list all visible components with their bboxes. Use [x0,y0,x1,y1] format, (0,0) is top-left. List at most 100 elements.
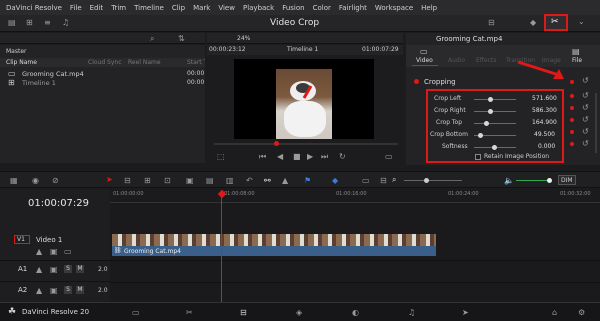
snap-icon[interactable]: ↶ [246,176,253,185]
track-v1-target[interactable]: V1 [14,235,30,244]
effects-icon[interactable]: ⊞ [26,18,33,27]
stop-icon[interactable]: ■ [293,152,301,161]
menu-timeline[interactable]: Timeline [134,4,164,12]
lock-icon[interactable]: ▲ [36,286,42,295]
chevron-down-icon[interactable]: ⌄ [578,17,585,26]
reset-icon[interactable]: ↺ [582,115,589,124]
metadata-icon[interactable]: ◆ [530,18,536,27]
flag-icon[interactable]: ⚑ [304,176,311,185]
timeline-select[interactable]: Timeline 1 [287,46,318,53]
scrubber[interactable] [214,143,398,145]
menu-fusion[interactable]: Fusion [282,4,304,12]
lock-icon[interactable]: ▲ [36,247,42,256]
step-back-icon[interactable]: ◀ [277,152,283,161]
mixer-icon[interactable]: ⊟ [488,18,495,27]
reset-icon[interactable]: ↺ [582,103,589,112]
col-cloud-sync[interactable]: Cloud Sync [88,59,122,66]
zoom-select[interactable]: 24% [237,35,250,42]
media-pool-icon[interactable]: ▤ [8,18,16,27]
zoom-slider[interactable] [404,180,462,181]
link-icon[interactable]: ⊘ [52,176,59,185]
home-icon[interactable]: ⌂ [552,308,557,317]
zoom-custom-icon[interactable]: ⌕ [392,175,396,185]
link-clips-icon[interactable]: ⚯ [264,176,271,185]
volume-knob[interactable] [547,178,552,183]
solo-button[interactable]: S [64,265,72,273]
trim-tool-icon[interactable]: ⊟ [124,176,131,185]
param-crop-bottom[interactable]: Crop Bottom 49.500 [428,129,562,140]
col-start-tc[interactable]: Start TC [187,59,205,66]
playhead-line[interactable] [221,195,222,302]
loop-icon[interactable]: ↻ [339,152,346,161]
tab-audio[interactable]: Audio [448,57,465,64]
menu-playback[interactable]: Playback [243,4,274,12]
scrubber-head[interactable] [274,141,279,146]
reset-icon[interactable]: ↺ [582,76,589,85]
menu-clip[interactable]: Clip [172,4,185,12]
layout-icon[interactable]: ▦ [10,176,18,185]
col-clip-name[interactable]: Clip Name [6,59,37,66]
media-page-icon[interactable]: ▭ [132,308,140,317]
insert-icon[interactable]: ▣ [186,176,194,185]
viewer-mode-icon[interactable]: ⬚ [217,152,225,161]
fusion-page-icon[interactable]: ◈ [296,308,302,317]
sort-icon[interactable]: ⇅ [178,34,185,43]
param-crop-right[interactable]: Crop Right 586.300 [428,105,562,116]
video-clip[interactable] [112,234,436,246]
inspector-scrollbar[interactable] [595,93,597,153]
menu-davinci[interactable]: DaVinci Resolve [6,4,62,12]
keyframe-icon[interactable] [570,130,574,134]
gear-icon[interactable]: ⚙ [578,308,585,317]
skip-forward-icon[interactable]: ⏭ [321,152,328,162]
sound-library-icon[interactable]: ♫ [62,18,69,27]
menu-workspace[interactable]: Workspace [375,4,413,12]
dim-button[interactable]: DIM [558,175,576,185]
lock-icon[interactable]: ▲ [36,265,42,274]
tab-effects[interactable]: Effects [476,57,496,64]
tab-video[interactable]: Video [416,57,433,64]
list-item[interactable]: ⊞ Timeline 1 00:00 [0,78,205,87]
menu-view[interactable]: View [218,4,235,12]
zoom-slider-knob[interactable] [424,178,429,183]
menu-file[interactable]: File [70,4,82,12]
keyframe-icon[interactable] [570,142,574,146]
dynamic-trim-icon[interactable]: ⊞ [144,176,151,185]
video-clip-label[interactable]: ⛓ Grooming Cat.mp4 [112,246,436,256]
section-cropping[interactable]: Cropping [424,78,456,86]
menu-fairlight[interactable]: Fairlight [339,4,367,12]
edit-index-icon[interactable]: ≡ [44,18,51,27]
eye-icon[interactable]: ◉ [32,176,39,185]
inspector-button[interactable]: ✂ [544,14,568,31]
reset-icon[interactable]: ↺ [582,139,589,148]
fullscreen-icon[interactable]: ▭ [385,152,393,161]
cut-page-icon[interactable]: ✂ [186,308,193,317]
search-icon[interactable]: ⌕ [150,34,154,44]
solo-button[interactable]: S [64,286,72,294]
param-crop-left[interactable]: Crop Left 571.600 [428,93,562,104]
mute-button[interactable]: M [76,265,84,273]
menu-help[interactable]: Help [421,4,437,12]
retain-image-position[interactable]: Retain Image Position [428,152,562,162]
lock-icon[interactable]: ▲ [282,176,288,185]
bin-master[interactable]: Master [6,48,27,55]
auto-select-icon[interactable]: ▣ [50,247,58,256]
menu-mark[interactable]: Mark [193,4,210,12]
tab-file[interactable]: File [572,57,582,64]
edit-page-icon[interactable]: ⊟ [240,308,247,317]
selection-tool-icon[interactable]: ➤ [106,175,113,184]
keyframe-icon[interactable] [570,94,574,98]
zoom-full-icon[interactable]: ▭ [362,176,370,185]
fairlight-page-icon[interactable]: ♫ [408,308,415,317]
param-crop-top[interactable]: Crop Top 164.900 [428,117,562,128]
zoom-detail-icon[interactable]: ⊟ [380,176,387,185]
auto-select-icon[interactable]: ▣ [50,265,58,274]
mute-button[interactable]: M [76,286,84,294]
retain-checkbox[interactable] [475,154,481,160]
viewer-canvas[interactable] [234,59,374,139]
reset-icon[interactable]: ↺ [582,127,589,136]
auto-select-icon[interactable]: ▣ [50,286,58,295]
blade-tool-icon[interactable]: ⊡ [164,176,171,185]
track-visibility-icon[interactable]: ▭ [64,247,72,256]
keyframe-icon[interactable] [570,118,574,122]
marker-icon[interactable]: ◆ [332,176,338,185]
